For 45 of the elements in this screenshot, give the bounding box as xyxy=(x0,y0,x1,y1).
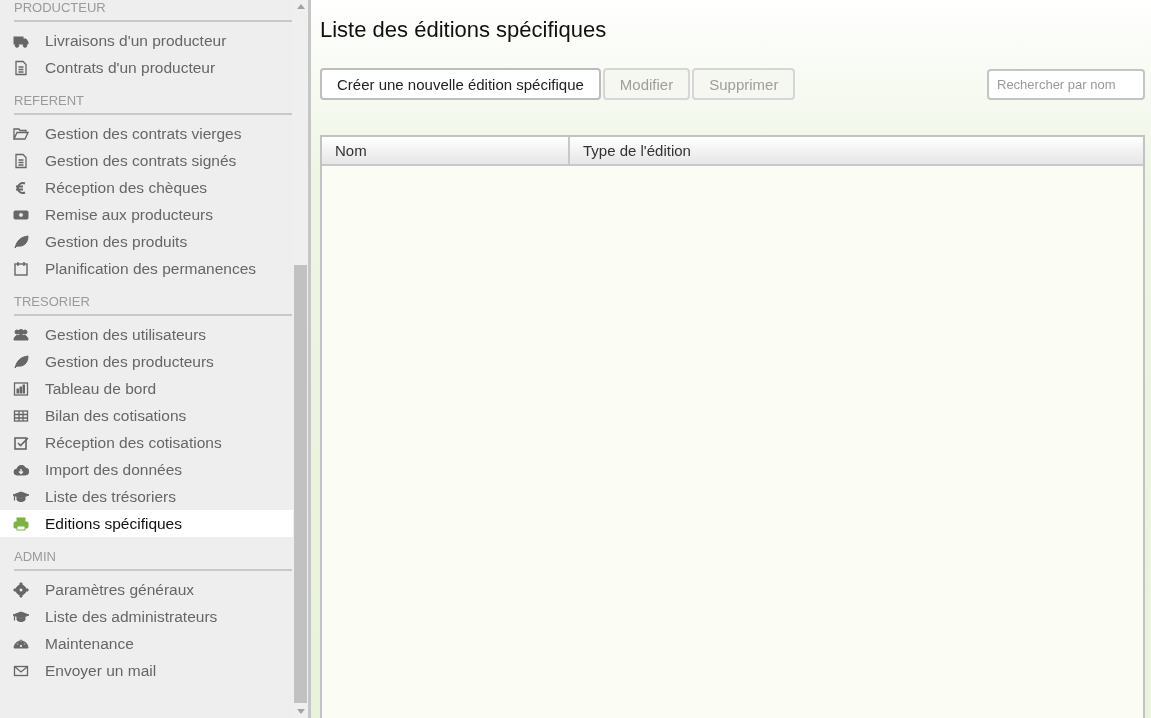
sidebar-item[interactable]: Planification des permanences xyxy=(0,255,293,282)
section-heading: REFERENT xyxy=(14,86,292,115)
leaf-icon xyxy=(13,353,29,370)
scroll-down-icon[interactable] xyxy=(296,709,305,714)
sidebar-item[interactable]: Contrats d'un producteur xyxy=(0,54,293,81)
sidebar-item[interactable]: Liste des administrateurs xyxy=(0,603,293,630)
file-icon xyxy=(13,152,29,169)
column-header[interactable]: Type de l'édition xyxy=(570,137,1143,164)
sidebar-item[interactable]: Tableau de bord xyxy=(0,375,293,402)
sidebar-item[interactable]: Liste des trésoriers xyxy=(0,483,293,510)
section-heading: ADMIN xyxy=(14,542,292,571)
calendar-icon xyxy=(13,260,29,277)
sidebar-item[interactable]: Livraisons d'un producteur xyxy=(0,27,293,54)
section-heading: PRODUCTEUR xyxy=(14,0,292,22)
scroll-up-icon[interactable] xyxy=(296,4,305,9)
sidebar-item[interactable]: Editions spécifiques xyxy=(0,510,293,537)
sidebar-item[interactable]: Maintenance xyxy=(0,630,293,657)
cap-icon xyxy=(13,608,29,625)
sidebar-item[interactable]: Gestion des produits xyxy=(0,228,293,255)
sidebar-item[interactable]: Réception des chèques xyxy=(0,174,293,201)
users-icon xyxy=(13,326,29,343)
column-header[interactable]: Nom xyxy=(322,137,570,164)
sidebar-item[interactable]: Envoyer un mail xyxy=(0,657,293,684)
check-icon xyxy=(13,434,29,451)
table-icon xyxy=(13,407,29,424)
search-field[interactable]: Rechercher par nom xyxy=(987,68,1145,100)
page-title: Liste des éditions spécifiques xyxy=(320,17,608,43)
chart-icon xyxy=(13,380,29,397)
sidebar-item[interactable]: Gestion des utilisateurs xyxy=(0,321,293,348)
scrollbar-thumb[interactable] xyxy=(294,265,307,703)
section-heading: TRESORIER xyxy=(14,287,292,316)
sidebar-item[interactable]: Gestion des contrats signés xyxy=(0,147,293,174)
file-icon xyxy=(13,59,29,76)
sidebar-item[interactable]: Réception des cotisations xyxy=(0,429,293,456)
folder-icon xyxy=(13,125,29,142)
sidebar-item[interactable]: Gestion des contrats vierges xyxy=(0,120,293,147)
sidebar-item[interactable]: Paramètres généraux xyxy=(0,576,293,603)
sidebar-item[interactable]: Import des données xyxy=(0,456,293,483)
sidebar-item[interactable]: Remise aux producteurs xyxy=(0,201,293,228)
print-icon xyxy=(13,515,29,532)
cap-icon xyxy=(13,488,29,505)
sidebar-item[interactable]: Bilan des cotisations xyxy=(0,402,293,429)
toolbar-button[interactable]: Créer une nouvelle édition spécifique xyxy=(320,68,601,100)
sidebar-item[interactable]: Gestion des producteurs xyxy=(0,348,293,375)
leaf-icon xyxy=(13,233,29,250)
